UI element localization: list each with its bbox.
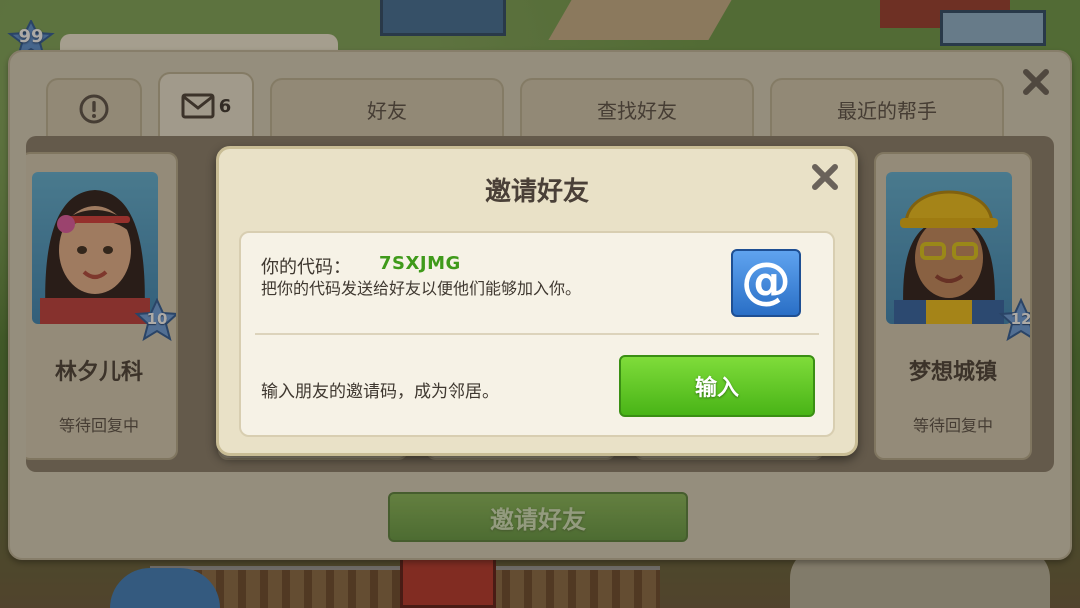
dialog-title: 邀请好友 [484,177,589,207]
invite-code-value: 7SXJMG [379,253,461,274]
at-sign-icon: @ [741,252,791,310]
enter-code-description: 输入朋友的邀请码，成为邻居。 [261,382,499,402]
invite-code-section: 你的代码： 7SXJMG 把你的代码发送给好友以便他们能够加入你。 @ 输入朋友… [239,231,835,437]
enter-code-button[interactable]: 输入 [619,355,815,417]
divider [255,333,819,335]
share-code-button[interactable]: @ [731,249,801,317]
invite-code-label: 你的代码： [261,257,351,278]
share-code-description: 把你的代码发送给好友以便他们能够加入你。 [261,279,582,298]
close-dialog-button[interactable] [807,159,843,195]
close-icon [812,164,838,190]
invite-friends-dialog: 邀请好友 你的代码： 7SXJMG 把你的代码发送给好友以便他们能够加入你。 @… [216,146,858,456]
